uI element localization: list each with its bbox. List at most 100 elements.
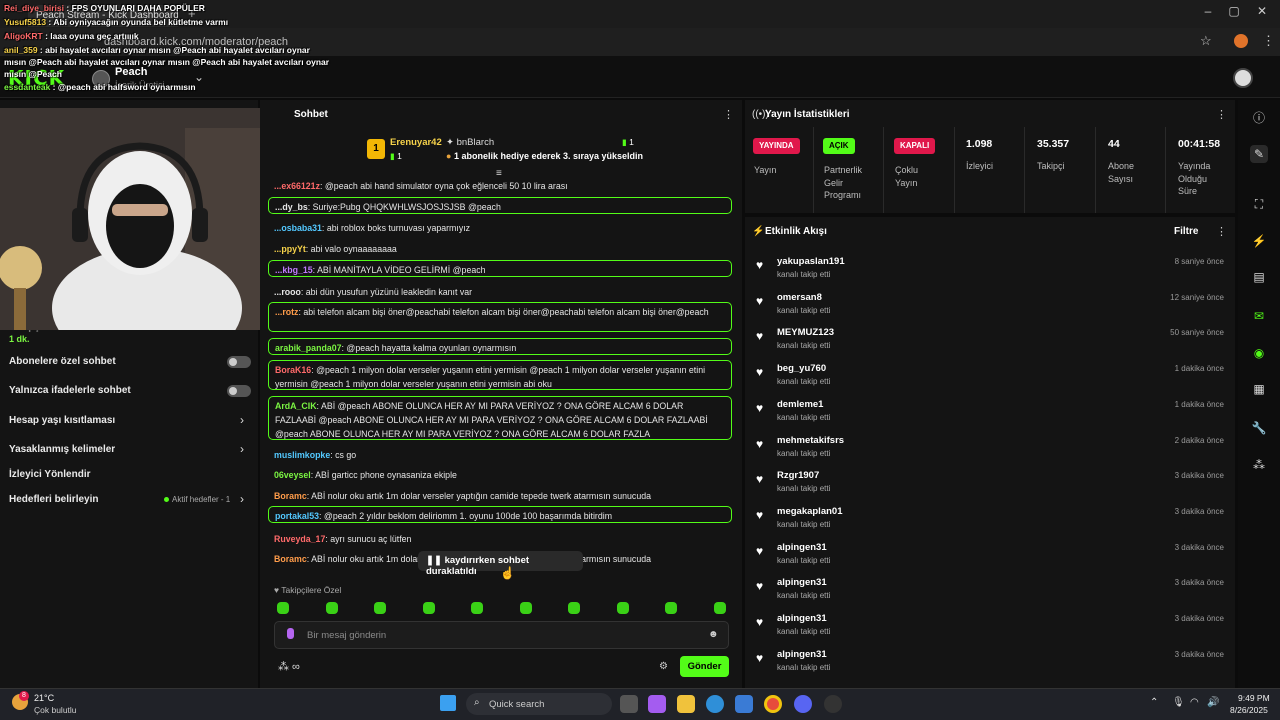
bookmark-star-icon[interactable]: ☆ bbox=[1200, 33, 1212, 49]
task-view-icon[interactable] bbox=[620, 695, 638, 713]
layout-icon[interactable]: ▦ bbox=[1250, 380, 1268, 398]
setting-banned-words[interactable]: Yasaklanmış kelimeler bbox=[9, 444, 251, 455]
apps-icon[interactable]: ⁂ bbox=[1250, 456, 1268, 474]
chat-username[interactable]: ...kbg_15 bbox=[275, 265, 313, 275]
chat-message[interactable]: 06veysel: ABİ garticc phone oynasaniza e… bbox=[268, 466, 732, 484]
chat-username[interactable]: 06veysel bbox=[274, 470, 311, 480]
chat-username[interactable]: ...ppyYt bbox=[274, 244, 306, 254]
store-icon[interactable] bbox=[735, 695, 753, 713]
chat-message[interactable]: ...ex66121z: @peach abi hand simulator o… bbox=[268, 177, 732, 191]
subscribers-only-toggle[interactable] bbox=[227, 356, 251, 368]
user-avatar[interactable] bbox=[1233, 68, 1253, 88]
browser-menu-icon[interactable]: ⋮ bbox=[1262, 33, 1275, 49]
emote-icon[interactable] bbox=[423, 602, 435, 614]
chat-message[interactable]: ...rotz: abi telefon alcam bişi öner@pea… bbox=[268, 302, 732, 332]
activity-username[interactable]: alpingen31 bbox=[777, 613, 827, 624]
chat-message[interactable]: ...ppyYt: abi valo oynaaaaaaaa bbox=[268, 240, 732, 258]
file-explorer-icon[interactable] bbox=[677, 695, 695, 713]
chat-username[interactable]: Boramc bbox=[274, 554, 307, 564]
activity-username[interactable]: yakupaslan191 bbox=[777, 256, 845, 267]
chat-username[interactable]: arabik_panda07 bbox=[275, 343, 342, 353]
close-icon[interactable]: ✕ bbox=[1250, 4, 1274, 18]
emote-icon[interactable] bbox=[617, 602, 629, 614]
more-options-icon[interactable]: ⋮ bbox=[723, 108, 734, 121]
clock-date[interactable]: 8/26/2025 bbox=[1230, 705, 1268, 715]
emote-icon[interactable] bbox=[326, 602, 338, 614]
emote-icon[interactable] bbox=[665, 602, 677, 614]
activity-username[interactable]: MEYMUZ123 bbox=[777, 327, 834, 338]
setting-account-age[interactable]: Hesap yaşı kısıtlaması bbox=[9, 415, 251, 426]
setting-host-viewers[interactable]: İzleyici Yönlendir bbox=[9, 469, 251, 480]
activity-username[interactable]: alpingen31 bbox=[777, 542, 827, 553]
emote-icon[interactable] bbox=[277, 602, 289, 614]
activity-username[interactable]: alpingen31 bbox=[777, 649, 827, 660]
emote-icon[interactable] bbox=[714, 602, 726, 614]
chat-message[interactable]: muslimkopke: cs go bbox=[268, 446, 732, 464]
chat-message[interactable]: Boramc: ABİ nolur oku artık 1m dolar ver… bbox=[268, 487, 732, 505]
send-button[interactable]: Gönder bbox=[680, 656, 729, 677]
activity-username[interactable]: beg_yu760 bbox=[777, 363, 826, 374]
minimize-icon[interactable]: – bbox=[1196, 4, 1220, 18]
maximize-icon[interactable]: ▢ bbox=[1222, 4, 1246, 18]
filter-button[interactable]: Filtre bbox=[1174, 226, 1198, 237]
chat-username[interactable]: ...rooo bbox=[274, 287, 301, 297]
wrench-icon[interactable]: 🔧 bbox=[1250, 419, 1268, 437]
chat-message[interactable]: arabik_panda07: @peach hayatta kalma oyu… bbox=[268, 338, 732, 355]
microphone-icon[interactable] bbox=[287, 628, 294, 639]
broadcast-icon[interactable]: ◉ bbox=[1250, 344, 1268, 362]
edge-icon[interactable] bbox=[706, 695, 724, 713]
windows-start-icon[interactable] bbox=[440, 695, 456, 711]
chat-message[interactable]: BoraK16: @peach 1 milyon dolar verseler … bbox=[268, 360, 732, 390]
chat-username[interactable]: BoraK16 bbox=[275, 365, 311, 375]
activity-username[interactable]: mehmetakifsrs bbox=[777, 435, 844, 446]
app-icon[interactable] bbox=[824, 695, 842, 713]
chrome-icon[interactable] bbox=[764, 695, 782, 713]
chat-message[interactable]: ArdA_CIK: ABİ @peach ABONE OLUNCA HER AY… bbox=[268, 396, 732, 440]
emote-icon[interactable] bbox=[520, 602, 532, 614]
activity-username[interactable]: megakaplan01 bbox=[777, 506, 842, 517]
emote-icon[interactable] bbox=[471, 602, 483, 614]
chat-username[interactable]: ArdA_CIK bbox=[275, 401, 317, 411]
more-options-icon[interactable]: ⋮ bbox=[1216, 108, 1227, 121]
chevron-right-icon[interactable]: › bbox=[240, 492, 244, 506]
info-icon[interactable]: ⓘ bbox=[1250, 109, 1268, 127]
chat-icon[interactable]: ✉ bbox=[1250, 307, 1268, 325]
chat-message[interactable]: Ruveyda_17: ayrı sunucu aç lütfen bbox=[268, 530, 732, 548]
clock-time[interactable]: 9:49 PM bbox=[1238, 693, 1270, 703]
chat-message[interactable]: ...rooo: abi dün yusufun yüzünü leakledi… bbox=[268, 283, 732, 301]
discord-icon[interactable] bbox=[794, 695, 812, 713]
chat-username[interactable]: Boramc bbox=[274, 491, 307, 501]
chevron-right-icon[interactable]: › bbox=[240, 413, 244, 427]
chat-message[interactable]: ...kbg_15: ABİ MANİTAYLA VİDEO GELİRMİ @… bbox=[268, 260, 732, 277]
activity-username[interactable]: alpingen31 bbox=[777, 577, 827, 588]
chat-username[interactable]: ...rotz bbox=[275, 307, 298, 317]
expand-icon[interactable]: ⛶ bbox=[1250, 195, 1268, 213]
chat-username[interactable]: ...ex66121z bbox=[274, 181, 320, 191]
copilot-icon[interactable] bbox=[648, 695, 666, 713]
chat-message[interactable]: ...osbaba31: abi roblox boks turnuvası y… bbox=[268, 219, 732, 237]
activity-username[interactable]: demleme1 bbox=[777, 399, 823, 410]
more-options-icon[interactable]: ⋮ bbox=[1216, 225, 1227, 238]
wifi-icon[interactable]: ◠ bbox=[1190, 697, 1199, 708]
activity-username[interactable]: Rzgr1907 bbox=[777, 470, 819, 481]
tray-chevron-icon[interactable]: ⌃ bbox=[1150, 697, 1158, 708]
emote-icon[interactable] bbox=[568, 602, 580, 614]
volume-icon[interactable]: 🔊 bbox=[1207, 697, 1219, 708]
extension-icon[interactable] bbox=[1234, 34, 1248, 48]
emotes-only-toggle[interactable] bbox=[227, 385, 251, 397]
chat-username[interactable]: Ruveyda_17 bbox=[274, 534, 325, 544]
emoji-icon[interactable]: ☻ bbox=[708, 629, 719, 640]
quick-actions-icon[interactable]: ⚡ bbox=[1250, 232, 1268, 250]
chat-username[interactable]: muslimkopke bbox=[274, 450, 330, 460]
microphone-tray-icon[interactable]: 🎙 bbox=[1172, 697, 1185, 708]
edit-icon[interactable]: ✎ bbox=[1250, 145, 1268, 163]
gear-icon[interactable]: ⚙ bbox=[659, 661, 668, 672]
kick-points-icon[interactable]: ⁂ ∞ bbox=[278, 660, 300, 673]
chat-username[interactable]: ...osbaba31 bbox=[274, 223, 322, 233]
chat-username[interactable]: portakal53 bbox=[275, 511, 319, 521]
activity-username[interactable]: omersan8 bbox=[777, 292, 822, 303]
chat-message[interactable]: portakal53: @peach 2 yıldır beklom delir… bbox=[268, 506, 732, 523]
chat-message[interactable]: ...dy_bs: Suriye:Pubg QHQKWHLWSJOSJSJSB … bbox=[268, 197, 732, 214]
chat-username[interactable]: ...dy_bs bbox=[275, 202, 308, 212]
emote-icon[interactable] bbox=[374, 602, 386, 614]
